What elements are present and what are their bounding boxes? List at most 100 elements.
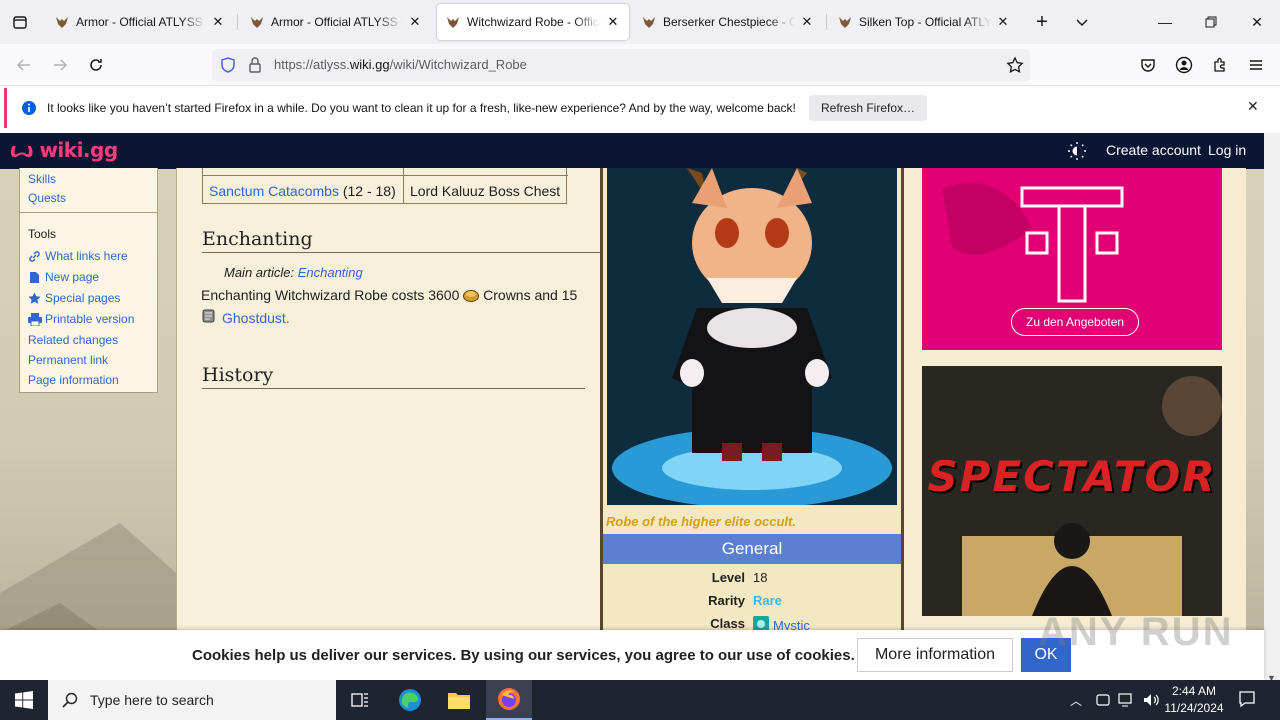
volume-icon[interactable] bbox=[1142, 692, 1160, 711]
tab-bar: Armor - Official ATLYSS Wiki ✕ Armor - O… bbox=[0, 0, 1280, 44]
sidebar-item-permanent-link[interactable]: Permanent link bbox=[28, 353, 108, 367]
cookie-banner: Cookies help us deliver our services. By… bbox=[0, 610, 1264, 680]
windows-start-icon[interactable] bbox=[0, 680, 48, 720]
task-view-icon[interactable] bbox=[340, 680, 380, 720]
close-tab-icon[interactable]: ✕ bbox=[210, 14, 226, 30]
create-account-link[interactable]: Create account bbox=[1106, 142, 1201, 158]
main-content: Sanctum Catacombs (12 - 18) Lord Kaluuz … bbox=[176, 168, 600, 680]
sidebar-divider bbox=[20, 212, 157, 213]
close-tab-icon[interactable]: ✕ bbox=[605, 14, 621, 30]
witchwizard-robe-image bbox=[607, 168, 897, 505]
navigation-bar: https://atlyss.wiki.gg/wiki/Witchwizard_… bbox=[0, 44, 1280, 86]
taskbar-search-box[interactable]: Type here to search bbox=[48, 680, 336, 720]
tab-3-active[interactable]: Witchwizard Robe - Official ATLYSS Wiki … bbox=[437, 4, 629, 40]
back-icon[interactable] bbox=[10, 51, 38, 79]
enchanting-paragraph-line2: Ghostdust. bbox=[201, 309, 290, 326]
infobox-section-general: General bbox=[603, 534, 901, 564]
bookmark-star-icon[interactable] bbox=[1006, 56, 1024, 77]
atlyss-favicon-icon bbox=[445, 14, 461, 30]
telekom-cta-button[interactable]: Zu den Angeboten bbox=[1011, 308, 1140, 336]
info-icon bbox=[21, 100, 37, 116]
telekom-ad[interactable]: Zu den Angeboten bbox=[922, 168, 1222, 350]
atlyss-favicon-icon bbox=[54, 14, 70, 30]
sidebar-item-special-pages[interactable]: Special pages bbox=[28, 291, 120, 305]
infobox-caption: Robe of the higher elite occult. bbox=[606, 514, 796, 529]
new-tab-icon[interactable]: + bbox=[1020, 0, 1064, 44]
sidebar: Skills Quests Tools What links here New … bbox=[19, 168, 158, 393]
ad-column: Zu den Angeboten SPECTATOR bbox=[904, 168, 1246, 680]
extensions-icon[interactable] bbox=[1206, 51, 1234, 79]
ghostdust-link[interactable]: Ghostdust. bbox=[222, 310, 290, 326]
minimize-icon[interactable]: — bbox=[1142, 0, 1188, 44]
spectator-ad[interactable]: SPECTATOR bbox=[922, 366, 1222, 616]
account-icon[interactable] bbox=[1170, 51, 1198, 79]
search-placeholder: Type here to search bbox=[90, 692, 214, 708]
printer-icon bbox=[28, 312, 42, 326]
spectator-title: SPECTATOR bbox=[927, 452, 1217, 501]
pocket-icon[interactable] bbox=[1134, 51, 1162, 79]
crowns-coin-icon bbox=[463, 288, 480, 305]
tracking-protection-shield-icon[interactable] bbox=[220, 57, 236, 76]
cookie-message: Cookies help us deliver our services. By… bbox=[192, 647, 855, 664]
restore-icon[interactable] bbox=[1188, 0, 1234, 44]
log-in-link[interactable]: Log in bbox=[1208, 142, 1246, 158]
close-tab-icon[interactable]: ✕ bbox=[995, 14, 1011, 30]
meet-now-icon[interactable] bbox=[1096, 692, 1110, 711]
url-text[interactable]: https://atlyss.wiki.gg/wiki/Witchwizard_… bbox=[274, 57, 527, 72]
close-tab-icon[interactable]: ✕ bbox=[407, 14, 423, 30]
close-tab-icon[interactable]: ✕ bbox=[799, 14, 815, 30]
drop-source-cell: Lord Kaluuz Boss Chest bbox=[410, 183, 561, 199]
history-heading: History bbox=[202, 364, 585, 389]
anyrun-watermark: ANY RUN bbox=[1038, 610, 1234, 654]
wiki-gg-logo-mark-icon: ꙍ bbox=[10, 138, 33, 162]
infobox-row-rarity: Rarity Rare bbox=[708, 593, 782, 608]
drop-table: Sanctum Catacombs (12 - 18) Lord Kaluuz … bbox=[202, 168, 568, 204]
enchanting-link[interactable]: Enchanting bbox=[298, 265, 363, 280]
atlyss-favicon-icon bbox=[837, 14, 853, 30]
theme-toggle-icon[interactable] bbox=[1068, 142, 1086, 163]
close-notification-icon[interactable]: ✕ bbox=[1247, 98, 1259, 115]
firefox-taskbar-icon[interactable] bbox=[486, 680, 532, 720]
sidebar-item-new-page[interactable]: New page bbox=[28, 270, 99, 284]
atlyss-favicon-icon bbox=[249, 14, 265, 30]
taskbar-date[interactable]: 11/24/2024 bbox=[1160, 701, 1228, 715]
sidebar-item-related-changes[interactable]: Related changes bbox=[28, 333, 118, 347]
sidebar-item-skills[interactable]: Skills bbox=[28, 172, 56, 186]
link-icon bbox=[28, 250, 41, 263]
menu-hamburger-icon[interactable] bbox=[1242, 51, 1270, 79]
rarity-link[interactable]: Rare bbox=[753, 593, 782, 608]
show-hidden-icons-chevron-icon[interactable]: ︿ bbox=[1070, 692, 1082, 709]
sidebar-item-page-information[interactable]: Page information bbox=[28, 373, 119, 387]
network-icon[interactable] bbox=[1118, 692, 1136, 711]
forward-icon[interactable] bbox=[46, 51, 74, 79]
tools-heading: Tools bbox=[28, 227, 57, 241]
taskbar-time[interactable]: 2:44 AM bbox=[1164, 684, 1224, 698]
sidebar-item-quests[interactable]: Quests bbox=[28, 191, 66, 205]
list-all-tabs-icon[interactable] bbox=[0, 0, 40, 44]
main-article-hatnote: Main article: Enchanting bbox=[224, 265, 363, 280]
sidebar-item-what-links-here[interactable]: What links here bbox=[28, 249, 128, 263]
address-bar[interactable]: https://atlyss.wiki.gg/wiki/Witchwizard_… bbox=[212, 49, 1030, 81]
file-explorer-icon[interactable] bbox=[438, 680, 480, 720]
tab-4[interactable]: Berserker Chestpiece - Official ATLYSS W… bbox=[633, 4, 823, 40]
page-scrollbar[interactable]: ▼ bbox=[1264, 133, 1280, 683]
edge-browser-icon[interactable] bbox=[390, 680, 430, 720]
notification-center-icon[interactable] bbox=[1238, 690, 1256, 711]
search-icon bbox=[62, 692, 78, 708]
reload-icon[interactable] bbox=[82, 51, 110, 79]
more-information-button[interactable]: More information bbox=[857, 638, 1013, 672]
tab-2[interactable]: Armor - Official ATLYSS Wiki ✕ bbox=[241, 4, 431, 40]
sanctum-catacombs-link[interactable]: Sanctum Catacombs bbox=[209, 183, 339, 199]
lock-icon[interactable] bbox=[248, 57, 262, 76]
tab-1[interactable]: Armor - Official ATLYSS Wiki ✕ bbox=[46, 4, 234, 40]
tab-title: Berserker Chestpiece - Official ATLYSS W… bbox=[663, 15, 795, 29]
windows-taskbar: Type here to search ︿ 2:44 AM 11/24/2024 bbox=[0, 680, 1280, 720]
table-row: Sanctum Catacombs (12 - 18) bbox=[209, 183, 396, 199]
close-window-icon[interactable]: ✕ bbox=[1234, 0, 1280, 44]
tab-title: Silken Top - Official ATLYSS Wiki bbox=[859, 15, 991, 29]
sidebar-item-printable-version[interactable]: Printable version bbox=[28, 312, 134, 326]
wiki-gg-logo[interactable]: ꙍ wiki.gg bbox=[10, 138, 118, 162]
refresh-firefox-button[interactable]: Refresh Firefox… bbox=[809, 95, 928, 121]
tab-5[interactable]: Silken Top - Official ATLYSS Wiki ✕ bbox=[829, 4, 1019, 40]
tab-overflow-chevron-icon[interactable] bbox=[1062, 0, 1102, 44]
